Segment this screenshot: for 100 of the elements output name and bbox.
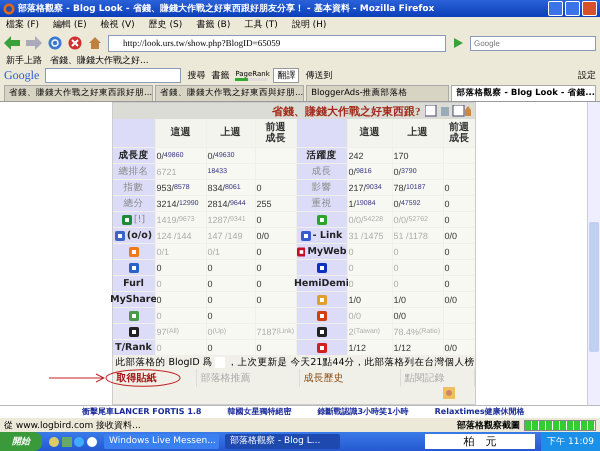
table-cell: 51 /1178 xyxy=(392,228,442,243)
table-cell: 0 xyxy=(206,340,254,355)
address-field[interactable]: http://look.urs.tw/show.php?BlogID=65059 xyxy=(108,34,446,52)
menu-item[interactable]: 檔案 (F) xyxy=(6,18,40,31)
toolbar-icons-drawing xyxy=(424,105,470,117)
send-button[interactable]: 傳送到 xyxy=(305,69,332,82)
table-cell: 0 xyxy=(156,340,206,355)
table-cell: 0/0 xyxy=(348,308,392,323)
table-cell: 0 xyxy=(348,260,392,275)
browser-tab[interactable]: BloggerAds-推薦部落格 xyxy=(306,85,450,101)
table-cell: 0 xyxy=(444,212,474,227)
table-cell: 147 /149 xyxy=(206,228,254,243)
scrollbar[interactable] xyxy=(587,102,600,405)
ad-link[interactable]: 韓國女星獨特絕密 xyxy=(227,406,292,418)
close-button[interactable] xyxy=(582,1,597,16)
addon-label: 部落格觀察截圖 xyxy=(457,419,520,432)
menu-item[interactable]: 編輯 (E) xyxy=(53,18,87,31)
menu-item[interactable]: 書籤 (B) xyxy=(196,18,230,31)
table-cell: 0 xyxy=(256,340,296,355)
row-label: (o/o) xyxy=(126,230,152,241)
row-label: 總排名 xyxy=(112,164,154,179)
table-cell: 1/0 xyxy=(348,292,392,307)
browser-tab[interactable]: 省錢、賺錢大作戰之好東西跟好朋... xyxy=(4,85,154,101)
table-cell: 0 xyxy=(392,244,442,259)
start-button[interactable]: 開始 xyxy=(0,432,42,451)
table-cell: 0 xyxy=(256,244,296,259)
column-header: 這週 xyxy=(156,119,206,147)
row-label: 影響 xyxy=(296,180,346,195)
row-label: MyWeb xyxy=(307,246,346,257)
service-icon xyxy=(316,214,326,224)
menu-item[interactable]: 說明 (H) xyxy=(292,18,326,31)
table-cell: 170 xyxy=(392,148,442,163)
service-icon xyxy=(114,230,125,240)
forward-icon[interactable] xyxy=(26,36,42,50)
row-label: 成長度 xyxy=(112,148,154,163)
note-text: 此部落格的 BlogID 爲 xyxy=(116,356,213,368)
service-icon xyxy=(296,246,306,256)
table-cell: 0 xyxy=(206,292,254,307)
stop-icon[interactable] xyxy=(68,36,82,50)
table-cell: 0 xyxy=(256,260,296,275)
header-cell xyxy=(296,119,346,147)
menu-item[interactable]: 工具 (T) xyxy=(244,18,278,31)
ad-link[interactable]: 衝擊尾車LANCER FORTIS 1.8 xyxy=(82,406,202,418)
table-cell: 124 /144 xyxy=(156,228,206,243)
table-cell: 0/1 xyxy=(206,244,254,259)
table-cell: 242 xyxy=(348,148,392,163)
bookmark-item[interactable]: 新手上路 xyxy=(6,54,42,67)
row-label: - Link xyxy=(312,230,342,241)
row-label: 重視 xyxy=(296,196,346,211)
table-cell: 0/0 xyxy=(392,308,442,323)
column-header: 前週成長 xyxy=(444,119,474,147)
table-cell: 0 xyxy=(444,260,474,275)
table-cell: 0 xyxy=(444,180,474,195)
back-icon[interactable] xyxy=(4,36,20,50)
table-cell: 255 xyxy=(256,196,296,211)
search-field[interactable]: Google xyxy=(470,36,596,50)
table-cell: 0/0 xyxy=(444,340,474,355)
table-cell: 0 xyxy=(256,292,296,307)
table-cell: 0/1 xyxy=(156,244,206,259)
home-icon[interactable] xyxy=(88,36,102,50)
row-label: 指數 xyxy=(112,180,154,195)
table-cell: 0/0 xyxy=(256,228,296,243)
table-cell: 1/12 xyxy=(392,340,442,355)
translate-button[interactable]: 翻譯 xyxy=(273,68,300,83)
go-icon[interactable] xyxy=(452,37,464,49)
table-cell: 0 xyxy=(444,244,474,259)
row-label: HemiDemi xyxy=(296,276,346,291)
bookmark-item[interactable]: 省錢、賺錢大作戰之好... xyxy=(50,54,149,67)
maximize-button[interactable] xyxy=(565,1,580,16)
taskbar-button[interactable]: 部落格觀察 - Blog L... xyxy=(225,434,340,449)
search-button[interactable]: 搜尋 xyxy=(187,69,206,82)
table-cell: 0 xyxy=(392,260,442,275)
table-cell: 0 xyxy=(444,196,474,211)
bookmarks-button[interactable]: 書籤 xyxy=(211,69,230,82)
row-label: T/Rank xyxy=(112,340,154,355)
taskbar-button[interactable]: Windows Live Messen... xyxy=(104,434,219,449)
menu-item[interactable]: 歷史 (S) xyxy=(148,18,182,31)
annotation-arrow xyxy=(48,373,104,383)
quick-launch-icons-drawing[interactable] xyxy=(48,436,98,448)
reload-icon[interactable] xyxy=(48,36,62,50)
table-cell: 1/12 xyxy=(348,340,392,355)
minimize-button[interactable] xyxy=(548,1,563,16)
menu-item[interactable]: 檢視 (V) xyxy=(100,18,135,31)
page-link[interactable]: 成長歷史 xyxy=(304,371,344,385)
ad-link[interactable]: 錄斷戰認識3小時笑1小時 xyxy=(317,406,409,418)
column-header: 前週成長 xyxy=(256,119,296,147)
sticker-icon[interactable] xyxy=(442,387,454,399)
table-cell: 0 xyxy=(256,276,296,291)
table-cell: 0/0 xyxy=(444,292,474,307)
ad-link[interactable]: Relaxtimes健康休閒格 xyxy=(434,406,525,418)
table-cell: 31 /1475 xyxy=(348,228,392,243)
header-cell xyxy=(112,119,154,147)
table-cell: 0 xyxy=(206,260,254,275)
browser-tab[interactable]: 部落格觀察 - Blog Look - 省錢... xyxy=(451,85,596,101)
browser-tab[interactable]: 省錢、賺錢大作戰之好東西與好朋... xyxy=(155,85,304,101)
ime-indicator: 柏 元 xyxy=(425,434,536,449)
table-cell: 0 xyxy=(392,276,442,291)
table-cell: 0 xyxy=(256,180,296,195)
toolbar-search-field[interactable] xyxy=(45,68,182,83)
settings-button[interactable]: 設定 xyxy=(578,69,596,82)
